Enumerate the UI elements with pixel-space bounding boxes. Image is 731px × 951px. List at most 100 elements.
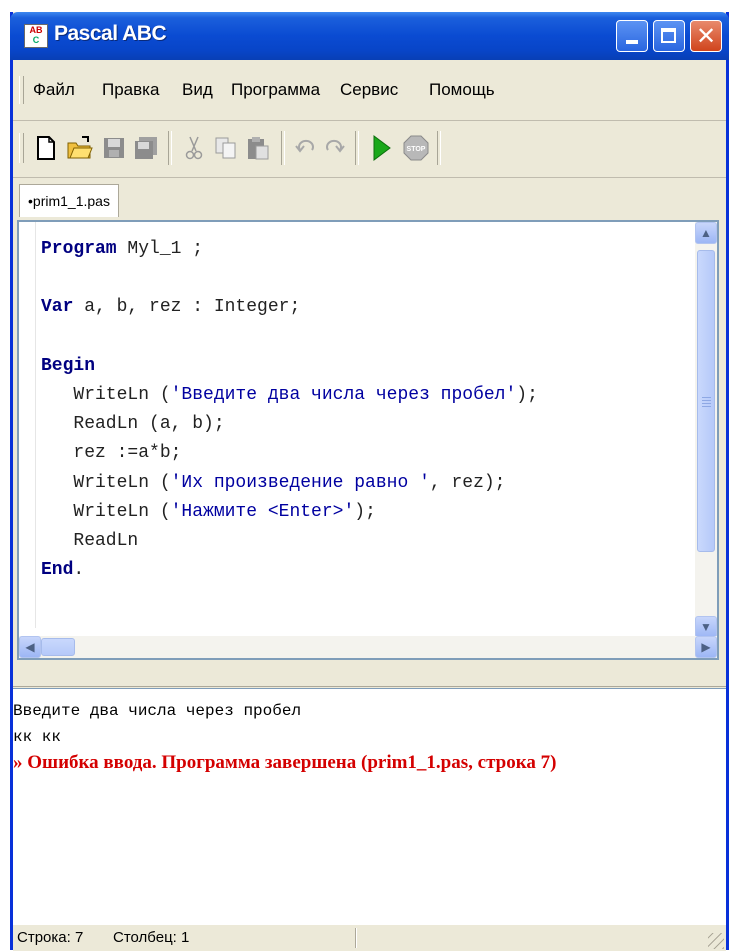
code-line[interactable]: rez :=a*b; [41, 440, 181, 466]
paste-button[interactable] [243, 133, 273, 163]
output-panel: Введите два числа через пробел кк кк » О… [13, 688, 726, 925]
keyword: Begin [41, 355, 96, 376]
toolbar-separator [355, 131, 359, 165]
chevron-up-icon: ▲ [700, 226, 712, 240]
code-line[interactable]: WriteLn ('Введите два числа через пробел… [41, 382, 538, 408]
tab-strip: •prim1_1.pas [13, 178, 726, 220]
vertical-scrollbar[interactable]: ▲ ▼ [695, 222, 717, 638]
toolbar-grip [19, 133, 24, 163]
menu-grip [19, 76, 24, 104]
menu-edit[interactable]: Правка [102, 80, 159, 100]
redo-icon [326, 139, 345, 153]
code-text: a, b, rez : Integer; [73, 297, 301, 318]
keyword: Program [41, 239, 117, 259]
stop-button[interactable]: STOP [401, 133, 431, 163]
cut-icon [185, 136, 203, 160]
horizontal-scrollbar[interactable]: ◀ ▶ [19, 636, 717, 658]
redo-button[interactable] [319, 133, 349, 163]
error-text: Ошибка ввода. Программа завершена (prim1… [27, 752, 557, 773]
code-text: , rez); [429, 472, 506, 493]
code-line[interactable]: Var a, b, rez : Integer; [41, 294, 300, 320]
tab-prim1-1[interactable]: •prim1_1.pas [19, 184, 119, 217]
copy-button[interactable] [211, 133, 241, 163]
code-text: WriteLn ( [41, 472, 171, 493]
chevron-right-icon: ▶ [701, 640, 711, 654]
window-title: Pascal ABC [54, 22, 167, 45]
close-button[interactable]: ✕ [690, 20, 722, 52]
copy-icon [215, 137, 236, 159]
keyword: Var [41, 297, 74, 318]
open-file-button[interactable] [65, 133, 95, 163]
menu-service[interactable]: Сервис [340, 80, 398, 100]
menu-program[interactable]: Программа [231, 80, 320, 100]
toolbar: STOP [13, 121, 726, 178]
status-column: Столбец: 1 [113, 929, 190, 946]
code-line[interactable]: Program Myl_1 ; [41, 236, 203, 262]
code-line[interactable]: Begin [41, 353, 95, 379]
menu-view[interactable]: Вид [182, 80, 213, 100]
thumb-grip [702, 397, 711, 398]
error-marker: » [13, 752, 23, 773]
status-divider [355, 928, 357, 948]
cut-button[interactable] [179, 133, 209, 163]
save-all-button[interactable] [131, 133, 161, 163]
run-button[interactable] [367, 133, 397, 163]
new-file-icon [37, 136, 55, 160]
stop-icon: STOP [403, 135, 429, 161]
code-line[interactable]: WriteLn ('Их произведение равно ', rez); [41, 470, 506, 496]
menu-file[interactable]: Файл [33, 80, 75, 100]
string-literal: 'Нажмите <Enter>' [170, 501, 355, 522]
toolbar-separator [437, 131, 441, 165]
code-text: ReadLn (a, b); [41, 414, 225, 435]
panel-splitter[interactable] [13, 662, 726, 687]
new-file-button[interactable] [31, 133, 61, 163]
horizontal-scroll-thumb[interactable] [41, 638, 75, 656]
save-button[interactable] [99, 133, 129, 163]
code-text: ReadLn [41, 531, 139, 551]
save-all-icon [135, 137, 157, 159]
toolbar-separator [281, 131, 285, 165]
stop-label: STOP [407, 146, 426, 153]
code-line[interactable]: WriteLn ('Нажмите <Enter>'); [41, 499, 376, 525]
minimize-icon [626, 40, 638, 44]
chevron-down-icon: ▼ [700, 620, 712, 634]
output-line: кк кк [13, 728, 62, 746]
menu-bar: Файл Правка Вид Программа Сервис Помощь [13, 60, 726, 121]
pascal-abc-window: AB C Pascal ABC ✕ Файл Правка Вид Програ… [10, 12, 729, 951]
title-bar[interactable]: AB C Pascal ABC ✕ [10, 12, 729, 60]
status-row: Строка: 7 [17, 929, 84, 946]
minimize-button[interactable] [616, 20, 648, 52]
status-bar: Строка: 7 Столбец: 1 [13, 924, 726, 951]
scroll-left-button[interactable]: ◀ [19, 636, 41, 658]
code-text: ); [354, 501, 376, 522]
menu-help[interactable]: Помощь [429, 80, 495, 100]
toolbar-separator [168, 131, 172, 165]
code-text: WriteLn ( [41, 385, 171, 405]
code-editor[interactable]: Program Myl_1 ; Var a, b, rez : Integer; B… [17, 220, 719, 660]
error-message: » Ошибка ввода. Программа завершена (pri… [13, 751, 556, 775]
code-text: . [73, 560, 85, 581]
string-literal: 'Их произведение равно ' [170, 472, 430, 493]
maximize-icon [661, 28, 676, 43]
code-line[interactable]: End. [41, 557, 84, 583]
scroll-up-button[interactable]: ▲ [695, 222, 717, 244]
undo-button[interactable] [291, 133, 321, 163]
keyword: End [41, 560, 74, 581]
code-line[interactable]: ReadLn (a, b); [41, 411, 225, 437]
maximize-button[interactable] [653, 20, 685, 52]
app-icon-bottom: C [32, 35, 40, 45]
output-line: Введите два числа через пробел [13, 702, 302, 720]
scroll-down-button[interactable]: ▼ [695, 616, 717, 638]
code-line[interactable]: ReadLn [41, 528, 138, 554]
save-icon [104, 138, 124, 158]
app-icon-top: AB [29, 25, 43, 35]
resize-grip[interactable] [708, 933, 724, 949]
editor-gutter [35, 222, 36, 628]
code-text: WriteLn ( [41, 501, 171, 522]
vertical-scroll-thumb[interactable] [697, 250, 715, 552]
tab-label: prim1_1.pas [32, 193, 110, 209]
code-text: rez :=a*b; [41, 443, 182, 464]
scroll-right-button[interactable]: ▶ [695, 636, 717, 658]
undo-icon [295, 139, 314, 153]
paste-icon [248, 137, 269, 160]
